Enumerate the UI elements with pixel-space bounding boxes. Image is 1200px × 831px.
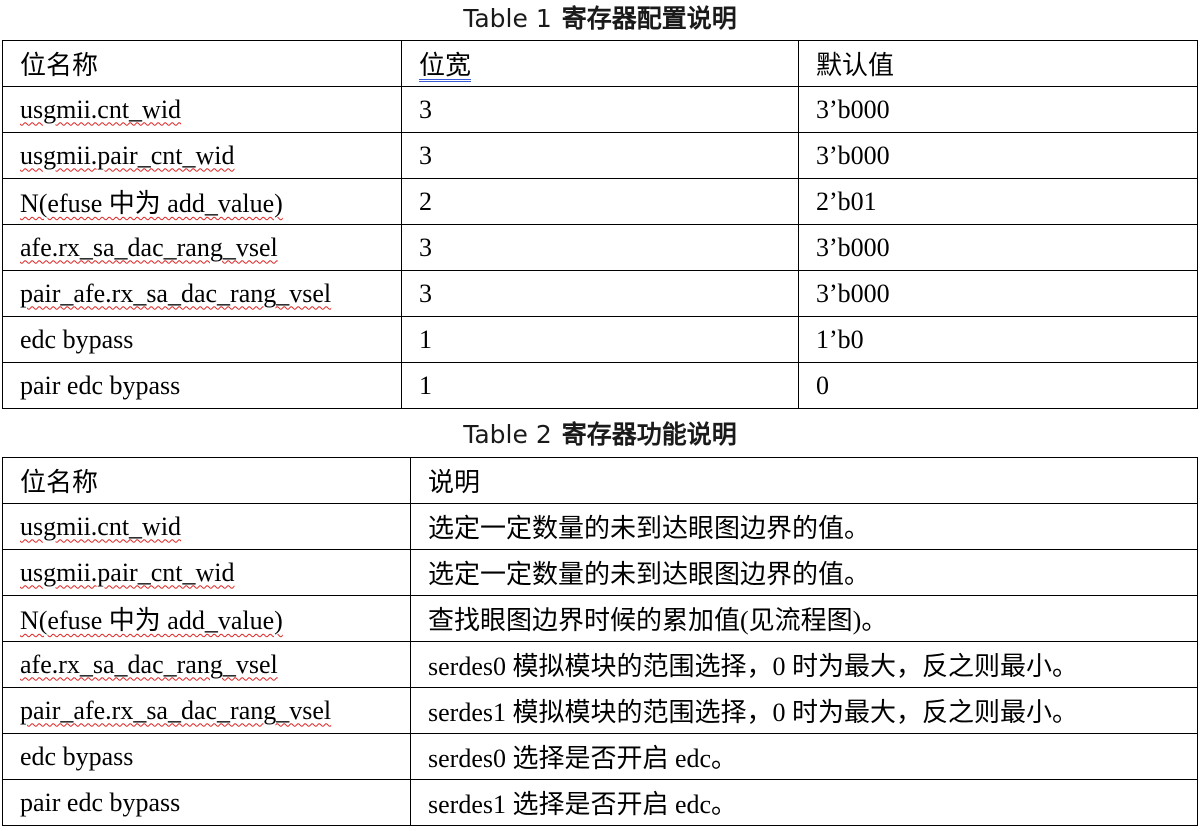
table-cell: 1 (401, 362, 799, 409)
table-cell: usgmii.pair_cnt_wid (2, 549, 411, 596)
table-row: usgmii.pair_cnt_wid 选定一定数量的未到达眼图边界的值。 (2, 549, 1198, 596)
cell-text: usgmii.cnt_wid (20, 511, 182, 541)
table-cell: N(efuse 中为 add_value) (2, 595, 411, 642)
table2-caption-title: 寄存器功能说明 (561, 420, 737, 449)
table-cell: afe.rx_sa_dac_rang_vsel (2, 224, 402, 271)
table-cell: 3 (401, 132, 799, 179)
table-cell: afe.rx_sa_dac_rang_vsel (2, 641, 411, 688)
table-cell: usgmii.cnt_wid (2, 503, 411, 550)
table-cell: serdes0 模拟模块的范围选择，0 时为最大，反之则最小。 (410, 641, 1198, 688)
table-row: N(efuse 中为 add_value) 查找眼图边界时候的累加值(见流程图)… (2, 595, 1198, 642)
table2-caption: Table 2 寄存器功能说明 (0, 418, 1200, 452)
table-cell: 选定一定数量的未到达眼图边界的值。 (410, 503, 1198, 550)
table-header-cell: 位宽 (401, 40, 799, 87)
table-row: afe.rx_sa_dac_rang_vsel serdes0 模拟模块的范围选… (2, 641, 1198, 688)
table-row: N(efuse 中为 add_value) 2 2’b01 (2, 178, 1198, 225)
table-cell: 2 (401, 178, 799, 225)
table-row: pair_afe.rx_sa_dac_rang_vsel 3 3’b000 (2, 270, 1198, 317)
table-cell: serdes1 模拟模块的范围选择，0 时为最大，反之则最小。 (410, 687, 1198, 734)
table-cell: edc bypass (2, 316, 402, 363)
cell-text: pair_afe.rx_sa_dac_rang_vsel (20, 695, 332, 725)
table-cell: 3 (401, 224, 799, 271)
register-function-table: 位名称 说明 usgmii.cnt_wid 选定一定数量的未到达眼图边界的值。 … (2, 457, 1198, 826)
table1-caption: Table 1 寄存器配置说明 (0, 2, 1200, 36)
cell-text: usgmii.cnt_wid (20, 94, 182, 124)
cell-text: pair_afe.rx_sa_dac_rang_vsel (20, 278, 332, 308)
cell-text: usgmii.pair_cnt_wid (20, 557, 235, 587)
table-cell: 查找眼图边界时候的累加值(见流程图)。 (410, 595, 1198, 642)
table-cell: 2’b01 (798, 178, 1198, 225)
table-cell: pair edc bypass (2, 362, 402, 409)
table-row: pair_afe.rx_sa_dac_rang_vsel serdes1 模拟模… (2, 687, 1198, 734)
table-row: edc bypass 1 1’b0 (2, 316, 1198, 363)
table-cell: edc bypass (2, 733, 411, 780)
table-cell: 选定一定数量的未到达眼图边界的值。 (410, 549, 1198, 596)
table-row: pair edc bypass serdes1 选择是否开启 edc。 (2, 779, 1198, 826)
table-cell: 3 (401, 270, 799, 317)
table-cell: serdes0 选择是否开启 edc。 (410, 733, 1198, 780)
table-cell: usgmii.pair_cnt_wid (2, 132, 402, 179)
table-header-row: 位名称 说明 (2, 457, 1198, 504)
table-cell: serdes1 选择是否开启 edc。 (410, 779, 1198, 826)
table-header-cell: 默认值 (798, 40, 1198, 87)
table2-caption-label: Table 2 (463, 420, 552, 449)
table-header-row: 位名称 位宽 默认值 (2, 40, 1198, 87)
table-cell: usgmii.cnt_wid (2, 86, 402, 133)
table-header-cell: 位名称 (2, 40, 402, 87)
table-cell: pair_afe.rx_sa_dac_rang_vsel (2, 270, 402, 317)
cell-text: afe.rx_sa_dac_rang_vsel (20, 232, 278, 262)
cell-text: N(efuse 中为 add_value) (20, 189, 283, 218)
cell-text: afe.rx_sa_dac_rang_vsel (20, 649, 278, 679)
table-row: usgmii.cnt_wid 3 3’b000 (2, 86, 1198, 133)
register-config-table: 位名称 位宽 默认值 usgmii.cnt_wid 3 3’b000 usgmi… (2, 40, 1198, 409)
table-cell: 3’b000 (798, 270, 1198, 317)
table-cell: 3’b000 (798, 224, 1198, 271)
table-cell: 0 (798, 362, 1198, 409)
table-cell: N(efuse 中为 add_value) (2, 178, 402, 225)
table-cell: pair_afe.rx_sa_dac_rang_vsel (2, 687, 411, 734)
table-cell: 3 (401, 86, 799, 133)
table-cell: 1 (401, 316, 799, 363)
table-cell: 3’b000 (798, 132, 1198, 179)
table-cell: 1’b0 (798, 316, 1198, 363)
table-row: usgmii.cnt_wid 选定一定数量的未到达眼图边界的值。 (2, 503, 1198, 550)
table-cell: 3’b000 (798, 86, 1198, 133)
table-header-cell: 位名称 (2, 457, 411, 504)
table-header-cell: 说明 (410, 457, 1198, 504)
cell-text: N(efuse 中为 add_value) (20, 606, 283, 635)
table1-caption-label: Table 1 (463, 4, 552, 33)
table-row: edc bypass serdes0 选择是否开启 edc。 (2, 733, 1198, 780)
table-row: pair edc bypass 1 0 (2, 362, 1198, 409)
table-row: usgmii.pair_cnt_wid 3 3’b000 (2, 132, 1198, 179)
table-cell: pair edc bypass (2, 779, 411, 826)
cell-text: usgmii.pair_cnt_wid (20, 140, 235, 170)
table-header-text: 位宽 (419, 51, 472, 80)
table-row: afe.rx_sa_dac_rang_vsel 3 3’b000 (2, 224, 1198, 271)
table1-caption-title: 寄存器配置说明 (561, 4, 737, 33)
